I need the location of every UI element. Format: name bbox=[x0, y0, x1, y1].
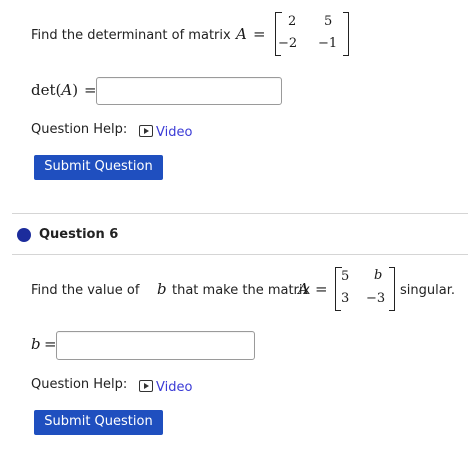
q5-m21: −2 bbox=[278, 36, 298, 51]
q5-answer-input[interactable] bbox=[96, 77, 282, 105]
question-status-dot bbox=[17, 228, 31, 242]
q5-m11: 2 bbox=[288, 14, 297, 29]
q5-det-var: A bbox=[61, 81, 73, 99]
q5-submit-button[interactable]: Submit Question bbox=[34, 155, 163, 180]
q6-answer-equals: = bbox=[44, 335, 57, 353]
q6-video-link[interactable]: Video bbox=[139, 376, 192, 395]
q5-answer-label: det(A) bbox=[31, 81, 78, 99]
q5-prompt: Find the determinant of matrix bbox=[31, 28, 231, 43]
q6-title: Question 6 bbox=[39, 227, 119, 242]
q6-prompt-before: Find the value of bbox=[31, 283, 140, 298]
q5-det-fn: det( bbox=[31, 81, 62, 99]
q5-m12: 5 bbox=[324, 14, 333, 29]
q6-matrix: 5 b 3 −3 bbox=[335, 267, 395, 311]
q5-help-label: Question Help: bbox=[31, 122, 128, 137]
q5-video-label: Video bbox=[156, 125, 193, 140]
q5-answer-equals: = bbox=[84, 81, 97, 99]
q5-equals: = bbox=[253, 25, 266, 43]
q6-answer-input[interactable] bbox=[56, 331, 255, 360]
q5-m22: −1 bbox=[318, 36, 338, 51]
q6-answer-var: b bbox=[31, 335, 41, 353]
q6-m21: 3 bbox=[341, 291, 350, 306]
divider bbox=[12, 254, 468, 255]
q6-equals: = bbox=[315, 280, 328, 298]
q6-prompt-var: b bbox=[157, 280, 167, 298]
q5-matrix: 2 5 −2 −1 bbox=[275, 12, 349, 56]
q5-matrix-var: A bbox=[236, 25, 247, 43]
video-icon bbox=[139, 125, 153, 137]
divider bbox=[12, 213, 468, 214]
q6-prompt-end: singular. bbox=[400, 283, 455, 298]
q6-m22: −3 bbox=[366, 291, 386, 306]
q6-m11: 5 bbox=[341, 269, 350, 284]
q6-video-label: Video bbox=[156, 380, 193, 395]
q5-video-link[interactable]: Video bbox=[139, 121, 192, 140]
q6-help-label: Question Help: bbox=[31, 377, 128, 392]
q6-matrix-var: A bbox=[298, 280, 309, 298]
q5-det-close: ) bbox=[72, 81, 79, 99]
video-icon bbox=[139, 380, 153, 392]
q6-prompt-after: that make the matrix bbox=[172, 283, 311, 298]
q6-m12: b bbox=[374, 268, 383, 283]
q6-submit-button[interactable]: Submit Question bbox=[34, 410, 163, 435]
